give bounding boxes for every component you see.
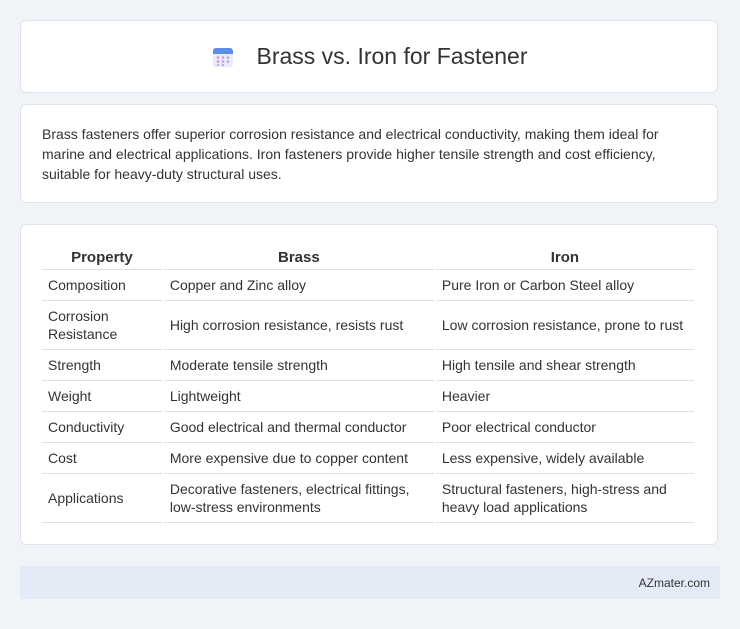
footer: AZmater.com bbox=[20, 566, 720, 599]
brass-cell: Copper and Zinc alloy bbox=[163, 270, 434, 301]
header-property: Property bbox=[42, 245, 162, 270]
iron-cell: Less expensive, widely available bbox=[435, 443, 694, 474]
summary-text: Brass fasteners offer superior corrosion… bbox=[42, 126, 659, 182]
brass-cell: Decorative fasteners, electrical fitting… bbox=[163, 474, 434, 523]
table-row: Weight Lightweight Heavier bbox=[42, 381, 694, 412]
iron-cell: Low corrosion resistance, prone to rust bbox=[435, 301, 694, 350]
brass-cell: Lightweight bbox=[163, 381, 434, 412]
iron-cell: Structural fasteners, high-stress and he… bbox=[435, 474, 694, 523]
property-cell: Strength bbox=[42, 350, 162, 381]
property-cell: Corrosion Resistance bbox=[42, 301, 162, 350]
brass-cell: High corrosion resistance, resists rust bbox=[163, 301, 434, 350]
table-row: Applications Decorative fasteners, elect… bbox=[42, 474, 694, 523]
iron-cell: Poor electrical conductor bbox=[435, 412, 694, 443]
brass-cell: Good electrical and thermal conductor bbox=[163, 412, 434, 443]
table-row: Composition Copper and Zinc alloy Pure I… bbox=[42, 270, 694, 301]
iron-cell: Heavier bbox=[435, 381, 694, 412]
comparison-table: Property Brass Iron Composition Copper a… bbox=[40, 245, 696, 523]
page-title: Brass vs. Iron for Fastener bbox=[256, 43, 528, 69]
property-cell: Applications bbox=[42, 474, 162, 523]
title-card: Brass vs. Iron for Fastener bbox=[20, 20, 718, 93]
footer-source: AZmater.com bbox=[638, 575, 710, 590]
summary-card: Brass fasteners offer superior corrosion… bbox=[20, 104, 718, 203]
comparison-card: Property Brass Iron Composition Copper a… bbox=[20, 224, 718, 545]
title-wrap: Brass vs. Iron for Fastener bbox=[211, 43, 528, 70]
table-row: Cost More expensive due to copper conten… bbox=[42, 443, 694, 474]
table-row: Conductivity Good electrical and thermal… bbox=[42, 412, 694, 443]
header-iron: Iron bbox=[435, 245, 694, 270]
property-cell: Cost bbox=[42, 443, 162, 474]
brass-cell: Moderate tensile strength bbox=[163, 350, 434, 381]
table-row: Strength Moderate tensile strength High … bbox=[42, 350, 694, 381]
property-cell: Conductivity bbox=[42, 412, 162, 443]
iron-cell: Pure Iron or Carbon Steel alloy bbox=[435, 270, 694, 301]
brass-cell: More expensive due to copper content bbox=[163, 443, 434, 474]
table-header-row: Property Brass Iron bbox=[42, 245, 694, 270]
header-brass: Brass bbox=[163, 245, 434, 270]
table-row: Corrosion Resistance High corrosion resi… bbox=[42, 301, 694, 350]
property-cell: Weight bbox=[42, 381, 162, 412]
iron-cell: High tensile and shear strength bbox=[435, 350, 694, 381]
calendar-icon bbox=[212, 47, 233, 67]
property-cell: Composition bbox=[42, 270, 162, 301]
